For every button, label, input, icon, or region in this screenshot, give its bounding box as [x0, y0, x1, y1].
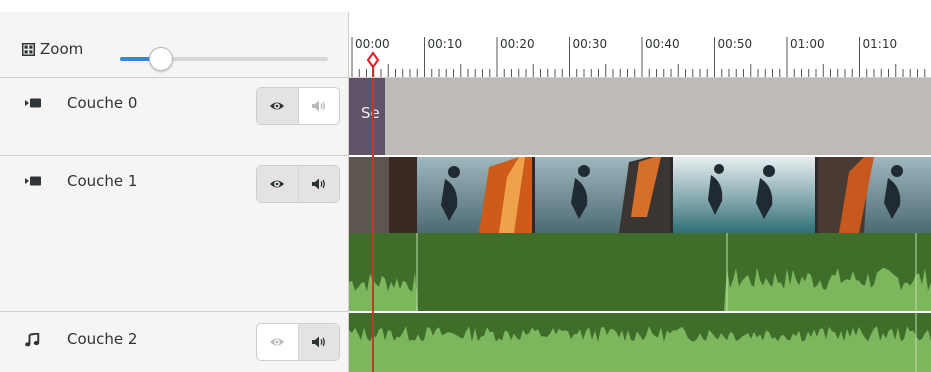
speaker-icon — [311, 100, 325, 112]
audio-clip[interactable] — [349, 313, 931, 372]
eye-icon — [270, 338, 285, 346]
layer-row: Couche 1 — [0, 156, 348, 312]
eye-icon — [270, 180, 285, 188]
layer-name: Couche 2 — [67, 330, 138, 348]
zoom-label: Zoom — [40, 40, 84, 58]
audio-toggle[interactable] — [297, 88, 340, 124]
ruler-canvas: 00:00 00:10 00:20 00:30 00:40 00:50 01:00 01:10 — [351, 37, 926, 77]
track-couche-0[interactable]: Se — [349, 78, 931, 157]
layer-toggles — [256, 165, 340, 203]
timeline-tracks: Se — [349, 78, 931, 372]
playhead-marker[interactable] — [366, 51, 380, 69]
visibility-toggle[interactable] — [257, 324, 298, 360]
track-couche-1[interactable] — [349, 157, 931, 311]
audio-toggle[interactable] — [297, 324, 339, 360]
grid-icon — [22, 43, 35, 56]
ruler-label: 00:40 — [645, 37, 680, 51]
video-camera-icon — [25, 176, 41, 186]
visibility-toggle[interactable] — [257, 88, 298, 124]
layer-name: Couche 0 — [67, 94, 138, 112]
track-couche-2[interactable] — [349, 313, 931, 372]
layers-panel: Zoom Couche 0 Couche 1 Couche 2 — [0, 12, 349, 372]
ruler-label: 01:10 — [863, 37, 898, 51]
ruler-label: 00:10 — [428, 37, 463, 51]
speaker-icon — [311, 178, 325, 190]
ruler-label: 00:00 — [355, 37, 390, 51]
video-camera-icon — [25, 98, 41, 108]
playhead-line[interactable] — [372, 78, 374, 372]
zoom-slider[interactable] — [120, 47, 328, 71]
ruler-label: 00:50 — [718, 37, 753, 51]
ruler-label: 00:30 — [573, 37, 608, 51]
audio-toggle[interactable] — [297, 166, 339, 202]
visibility-toggle[interactable] — [257, 166, 298, 202]
speaker-icon — [311, 336, 325, 348]
title-clip[interactable]: Se — [349, 78, 385, 155]
music-note-icon — [25, 333, 40, 347]
layer-toggles — [256, 323, 340, 361]
eye-icon — [270, 102, 285, 110]
zoom-row: Zoom — [0, 12, 348, 78]
layer-row: Couche 2 — [0, 312, 348, 372]
layer-name: Couche 1 — [67, 172, 138, 190]
video-clip[interactable] — [349, 157, 931, 311]
zoom-slider-knob[interactable] — [148, 47, 173, 71]
ruler-label: 00:20 — [500, 37, 535, 51]
ruler-label: 01:00 — [790, 37, 825, 51]
title-clip-label: Se — [361, 104, 380, 122]
layer-row: Couche 0 — [0, 78, 348, 156]
time-ruler[interactable]: 00:00 00:10 00:20 00:30 00:40 00:50 01:00 01:10 — [349, 12, 931, 78]
layer-toggles — [256, 87, 340, 125]
